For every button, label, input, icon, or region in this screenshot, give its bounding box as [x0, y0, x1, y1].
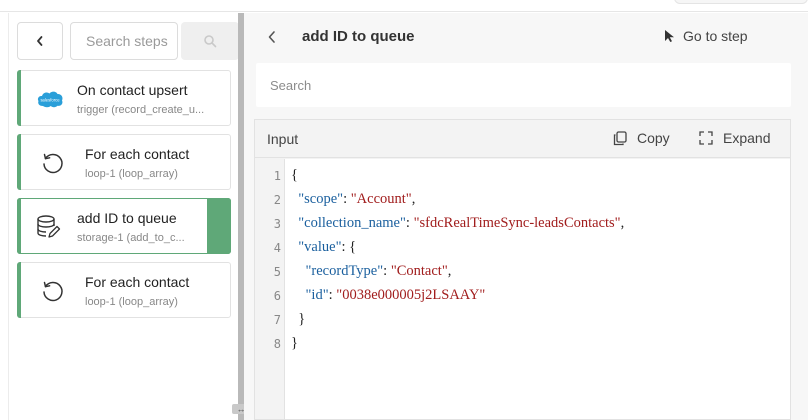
chevron-left-icon	[37, 36, 43, 46]
go-to-step-label: Go to step	[683, 28, 748, 44]
go-to-step-button[interactable]: Go to step	[664, 28, 748, 44]
top-tab[interactable]	[674, 0, 808, 4]
copy-label: Copy	[637, 130, 670, 146]
app-window: salesforce On contact upsert trigger (re…	[0, 0, 808, 420]
json-string: "Contact"	[390, 263, 448, 279]
detail-back-button[interactable]	[264, 27, 280, 47]
detail-search-field[interactable]	[256, 63, 791, 107]
step-title: add ID to queue	[77, 210, 177, 226]
json-key: "scope"	[298, 191, 344, 207]
line-number: 8	[273, 337, 281, 351]
expand-icon	[699, 131, 713, 145]
step-item-for-each-contact[interactable]: For each contact loop-1 (loop_array)	[17, 262, 231, 318]
json-string: "Account"	[350, 191, 412, 207]
input-label: Input	[267, 131, 299, 147]
code-line: "id": "0038e000005j2LSAAY"	[305, 287, 486, 303]
line-number: 4	[273, 241, 281, 255]
chevron-left-icon	[268, 31, 275, 43]
step-title: For each contact	[85, 146, 190, 162]
step-subtitle: storage-1 (add_to_c...	[77, 232, 185, 244]
line-number: 7	[273, 313, 281, 327]
detail-header: add ID to queue Go to step	[244, 13, 808, 63]
detail-search-input[interactable]	[270, 77, 770, 93]
step-search-button[interactable]	[181, 22, 239, 60]
step-search-field[interactable]	[70, 22, 178, 60]
code-line: "scope": "Account",	[298, 191, 416, 207]
top-bar	[0, 0, 808, 12]
loop-icon	[36, 277, 68, 305]
step-subtitle: trigger (record_create_u...	[77, 104, 205, 116]
sidebar-back-button[interactable]	[17, 22, 63, 60]
input-panel: Input Copy Expand 1 2 3 4 5 6 7 8 {"sco…	[254, 119, 791, 420]
code-line: "recordType": "Contact",	[305, 263, 452, 279]
sidebar-search-row	[17, 22, 239, 62]
step-status-bar	[17, 134, 21, 190]
search-icon	[204, 35, 217, 48]
cursor-icon	[665, 30, 674, 42]
step-item-add-id-to-queue[interactable]: add ID to queue storage-1 (add_to_c...	[17, 198, 231, 254]
expand-label: Expand	[723, 130, 771, 146]
json-key: "id"	[305, 287, 329, 303]
step-subtitle: loop-1 (loop_array)	[85, 168, 178, 180]
step-title: On contact upsert	[77, 82, 188, 98]
step-detail-panel: add ID to queue Go to step Input Copy Ex…	[244, 13, 808, 420]
step-status-bar	[17, 70, 21, 126]
step-title: For each contact	[85, 274, 190, 290]
json-string: "sfdcRealTimeSync-leadsContacts"	[413, 215, 621, 231]
json-code-viewer[interactable]: 1 2 3 4 5 6 7 8 { "scope": "Account", "c…	[255, 159, 790, 419]
step-status-bar	[17, 262, 21, 318]
copy-icon	[613, 130, 627, 145]
code-line: {	[291, 167, 298, 183]
salesforce-logo-text: salesforce	[40, 98, 60, 103]
code-line: "value": {	[298, 239, 357, 255]
steps-sidebar: salesforce On contact upsert trigger (re…	[8, 13, 239, 420]
expand-button[interactable]: Expand	[699, 130, 770, 146]
storage-icon	[32, 213, 64, 241]
line-number-gutter: 1 2 3 4 5 6 7 8	[255, 159, 285, 419]
json-key: "collection_name"	[298, 215, 406, 231]
json-string: "0038e000005j2LSAAY"	[336, 287, 486, 303]
salesforce-icon: salesforce	[34, 85, 66, 113]
step-item-on-contact-upsert[interactable]: salesforce On contact upsert trigger (re…	[17, 70, 231, 126]
input-panel-header: Input Copy Expand	[255, 120, 790, 158]
code-line: "collection_name": "sfdcRealTimeSync-lea…	[298, 215, 625, 231]
line-number: 2	[273, 193, 281, 207]
step-status-bar	[17, 198, 21, 254]
json-key: "value"	[298, 239, 342, 255]
page-title: add ID to queue	[302, 28, 415, 45]
loop-icon	[36, 149, 68, 177]
line-number: 5	[273, 265, 281, 279]
line-number: 3	[273, 217, 281, 231]
json-key: "recordType"	[305, 263, 384, 279]
code-line: }	[291, 311, 306, 327]
step-search-input[interactable]	[86, 33, 178, 49]
step-item-for-each-contact[interactable]: For each contact loop-1 (loop_array)	[17, 134, 231, 190]
step-subtitle: loop-1 (loop_array)	[85, 296, 178, 308]
copy-button[interactable]: Copy	[613, 130, 670, 146]
line-number: 6	[273, 289, 281, 303]
selected-step-indicator	[207, 198, 231, 254]
code-line: }	[291, 335, 298, 351]
line-number: 1	[273, 169, 281, 183]
